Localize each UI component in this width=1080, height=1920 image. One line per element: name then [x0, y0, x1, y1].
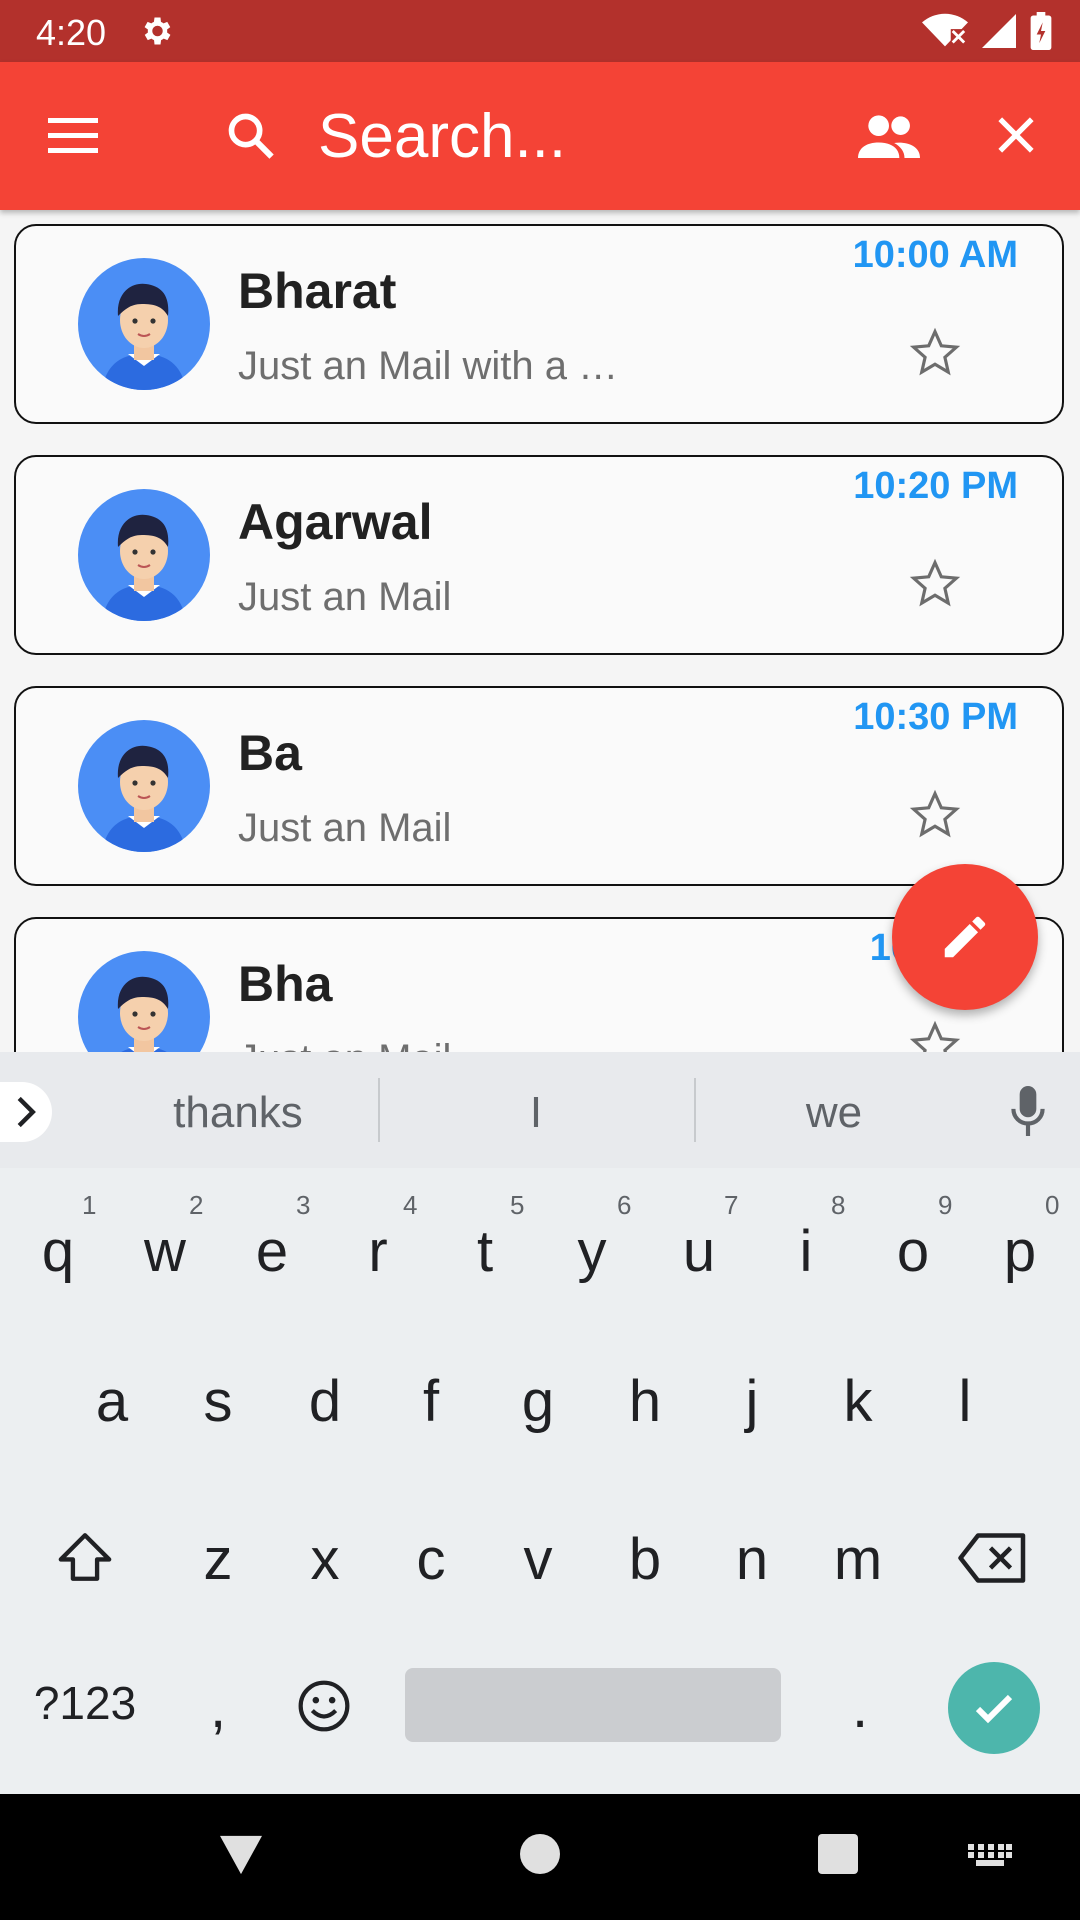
key-hint: 6 [617, 1190, 632, 1220]
suggestion-divider [378, 1078, 380, 1142]
status-time: 4:20 [36, 12, 107, 53]
symbols-key[interactable]: ?123 [20, 1676, 150, 1730]
home-icon[interactable] [520, 1834, 560, 1874]
pencil-icon [944, 916, 986, 958]
mail-time: 10:00 AM [852, 234, 1018, 276]
key-i[interactable]: i [756, 1218, 856, 1285]
star-icon[interactable] [908, 557, 962, 611]
mail-card[interactable]: Ba Just an Mail 10:30 PM [14, 686, 1064, 886]
wifi-icon [922, 13, 968, 47]
back-icon[interactable] [218, 1834, 264, 1876]
key-j[interactable]: j [702, 1368, 802, 1435]
key-n[interactable]: n [702, 1526, 802, 1593]
settings-gear-icon [144, 17, 171, 45]
key-hint: 5 [510, 1190, 525, 1220]
signal-icon [982, 14, 1016, 48]
mail-card[interactable]: Bharat Just an Mail with a … 10:00 AM [14, 224, 1064, 424]
key-q[interactable]: q [8, 1218, 108, 1285]
key-g[interactable]: g [488, 1368, 588, 1435]
sender-name: Agarwal [238, 494, 433, 550]
key-k[interactable]: k [808, 1368, 908, 1435]
close-icon[interactable] [995, 114, 1037, 156]
mail-preview: Just an Mail [238, 575, 452, 619]
key-f[interactable]: f [381, 1368, 481, 1435]
chevron-right-icon [17, 1096, 36, 1128]
suggestion-1[interactable]: thanks [88, 1088, 388, 1138]
key-hint: 8 [831, 1190, 846, 1220]
mail-preview: Just an Mail [238, 1037, 451, 1052]
checkmark-icon [975, 1694, 1013, 1724]
key-z[interactable]: z [168, 1526, 268, 1593]
key-y[interactable]: y [542, 1218, 642, 1285]
space-key[interactable] [405, 1668, 781, 1742]
emoji-icon[interactable] [296, 1678, 352, 1734]
key-l[interactable]: l [915, 1368, 1015, 1435]
sender-name: Ba [238, 725, 302, 781]
key-hint: 2 [189, 1190, 204, 1220]
avatar [78, 258, 210, 390]
sender-name: Bha [238, 956, 333, 1012]
avatar [78, 720, 210, 852]
key-a[interactable]: a [62, 1368, 162, 1435]
key-hint: 0 [1045, 1190, 1060, 1220]
search-input[interactable] [316, 98, 820, 174]
mail-time: 10:30 PM [853, 696, 1018, 738]
key-x[interactable]: x [275, 1526, 375, 1593]
soft-keyboard: q w e r t y u i o p 1 2 3 4 5 6 7 8 9 0 … [0, 1168, 1080, 1794]
key-d[interactable]: d [275, 1368, 375, 1435]
backspace-icon[interactable] [958, 1532, 1028, 1584]
mail-preview: Just an Mail [238, 806, 452, 850]
suggestion-strip: thanks I we [0, 1052, 1080, 1168]
menu-icon[interactable] [48, 118, 98, 154]
period-key[interactable]: . [810, 1674, 910, 1741]
key-w[interactable]: w [115, 1218, 215, 1285]
key-u[interactable]: u [649, 1218, 749, 1285]
avatar [78, 489, 210, 621]
mail-time: 10:20 PM [853, 465, 1018, 507]
key-t[interactable]: t [435, 1218, 535, 1285]
key-h[interactable]: h [595, 1368, 695, 1435]
battery-icon [1030, 12, 1052, 50]
star-icon[interactable] [908, 788, 962, 842]
suggestion-2[interactable]: I [386, 1088, 686, 1138]
key-v[interactable]: v [488, 1526, 588, 1593]
recents-icon[interactable] [818, 1834, 858, 1874]
system-nav-bar [0, 1794, 1080, 1920]
key-p[interactable]: p [970, 1218, 1070, 1285]
shift-icon[interactable] [55, 1528, 115, 1586]
key-s[interactable]: s [168, 1368, 268, 1435]
key-hint: 4 [403, 1190, 418, 1220]
key-m[interactable]: m [808, 1526, 908, 1593]
compose-button[interactable] [892, 864, 1038, 1010]
search-icon [228, 113, 274, 159]
microphone-icon[interactable] [1010, 1086, 1046, 1136]
key-hint: 1 [82, 1190, 97, 1220]
keyboard-switch-icon[interactable] [968, 1844, 1012, 1866]
sender-name: Bharat [238, 263, 397, 319]
key-o[interactable]: o [863, 1218, 963, 1285]
expand-toolbar-button[interactable] [0, 1082, 52, 1142]
key-e[interactable]: e [222, 1218, 322, 1285]
app-bar [0, 62, 1080, 210]
status-bar: 4:20 [0, 0, 1080, 62]
key-c[interactable]: c [381, 1526, 481, 1593]
people-icon[interactable] [858, 114, 920, 158]
star-icon[interactable] [908, 326, 962, 380]
comma-key[interactable]: , [168, 1674, 268, 1741]
key-hint: 3 [296, 1190, 311, 1220]
mail-card[interactable]: Agarwal Just an Mail 10:20 PM [14, 455, 1064, 655]
mail-preview: Just an Mail with a … [238, 344, 619, 388]
key-hint: 7 [724, 1190, 739, 1220]
key-r[interactable]: r [328, 1218, 428, 1285]
key-hint: 9 [938, 1190, 953, 1220]
enter-key[interactable] [948, 1662, 1040, 1754]
key-b[interactable]: b [595, 1526, 695, 1593]
star-icon[interactable] [908, 1019, 962, 1052]
avatar [78, 951, 210, 1052]
suggestion-3[interactable]: we [684, 1088, 984, 1138]
